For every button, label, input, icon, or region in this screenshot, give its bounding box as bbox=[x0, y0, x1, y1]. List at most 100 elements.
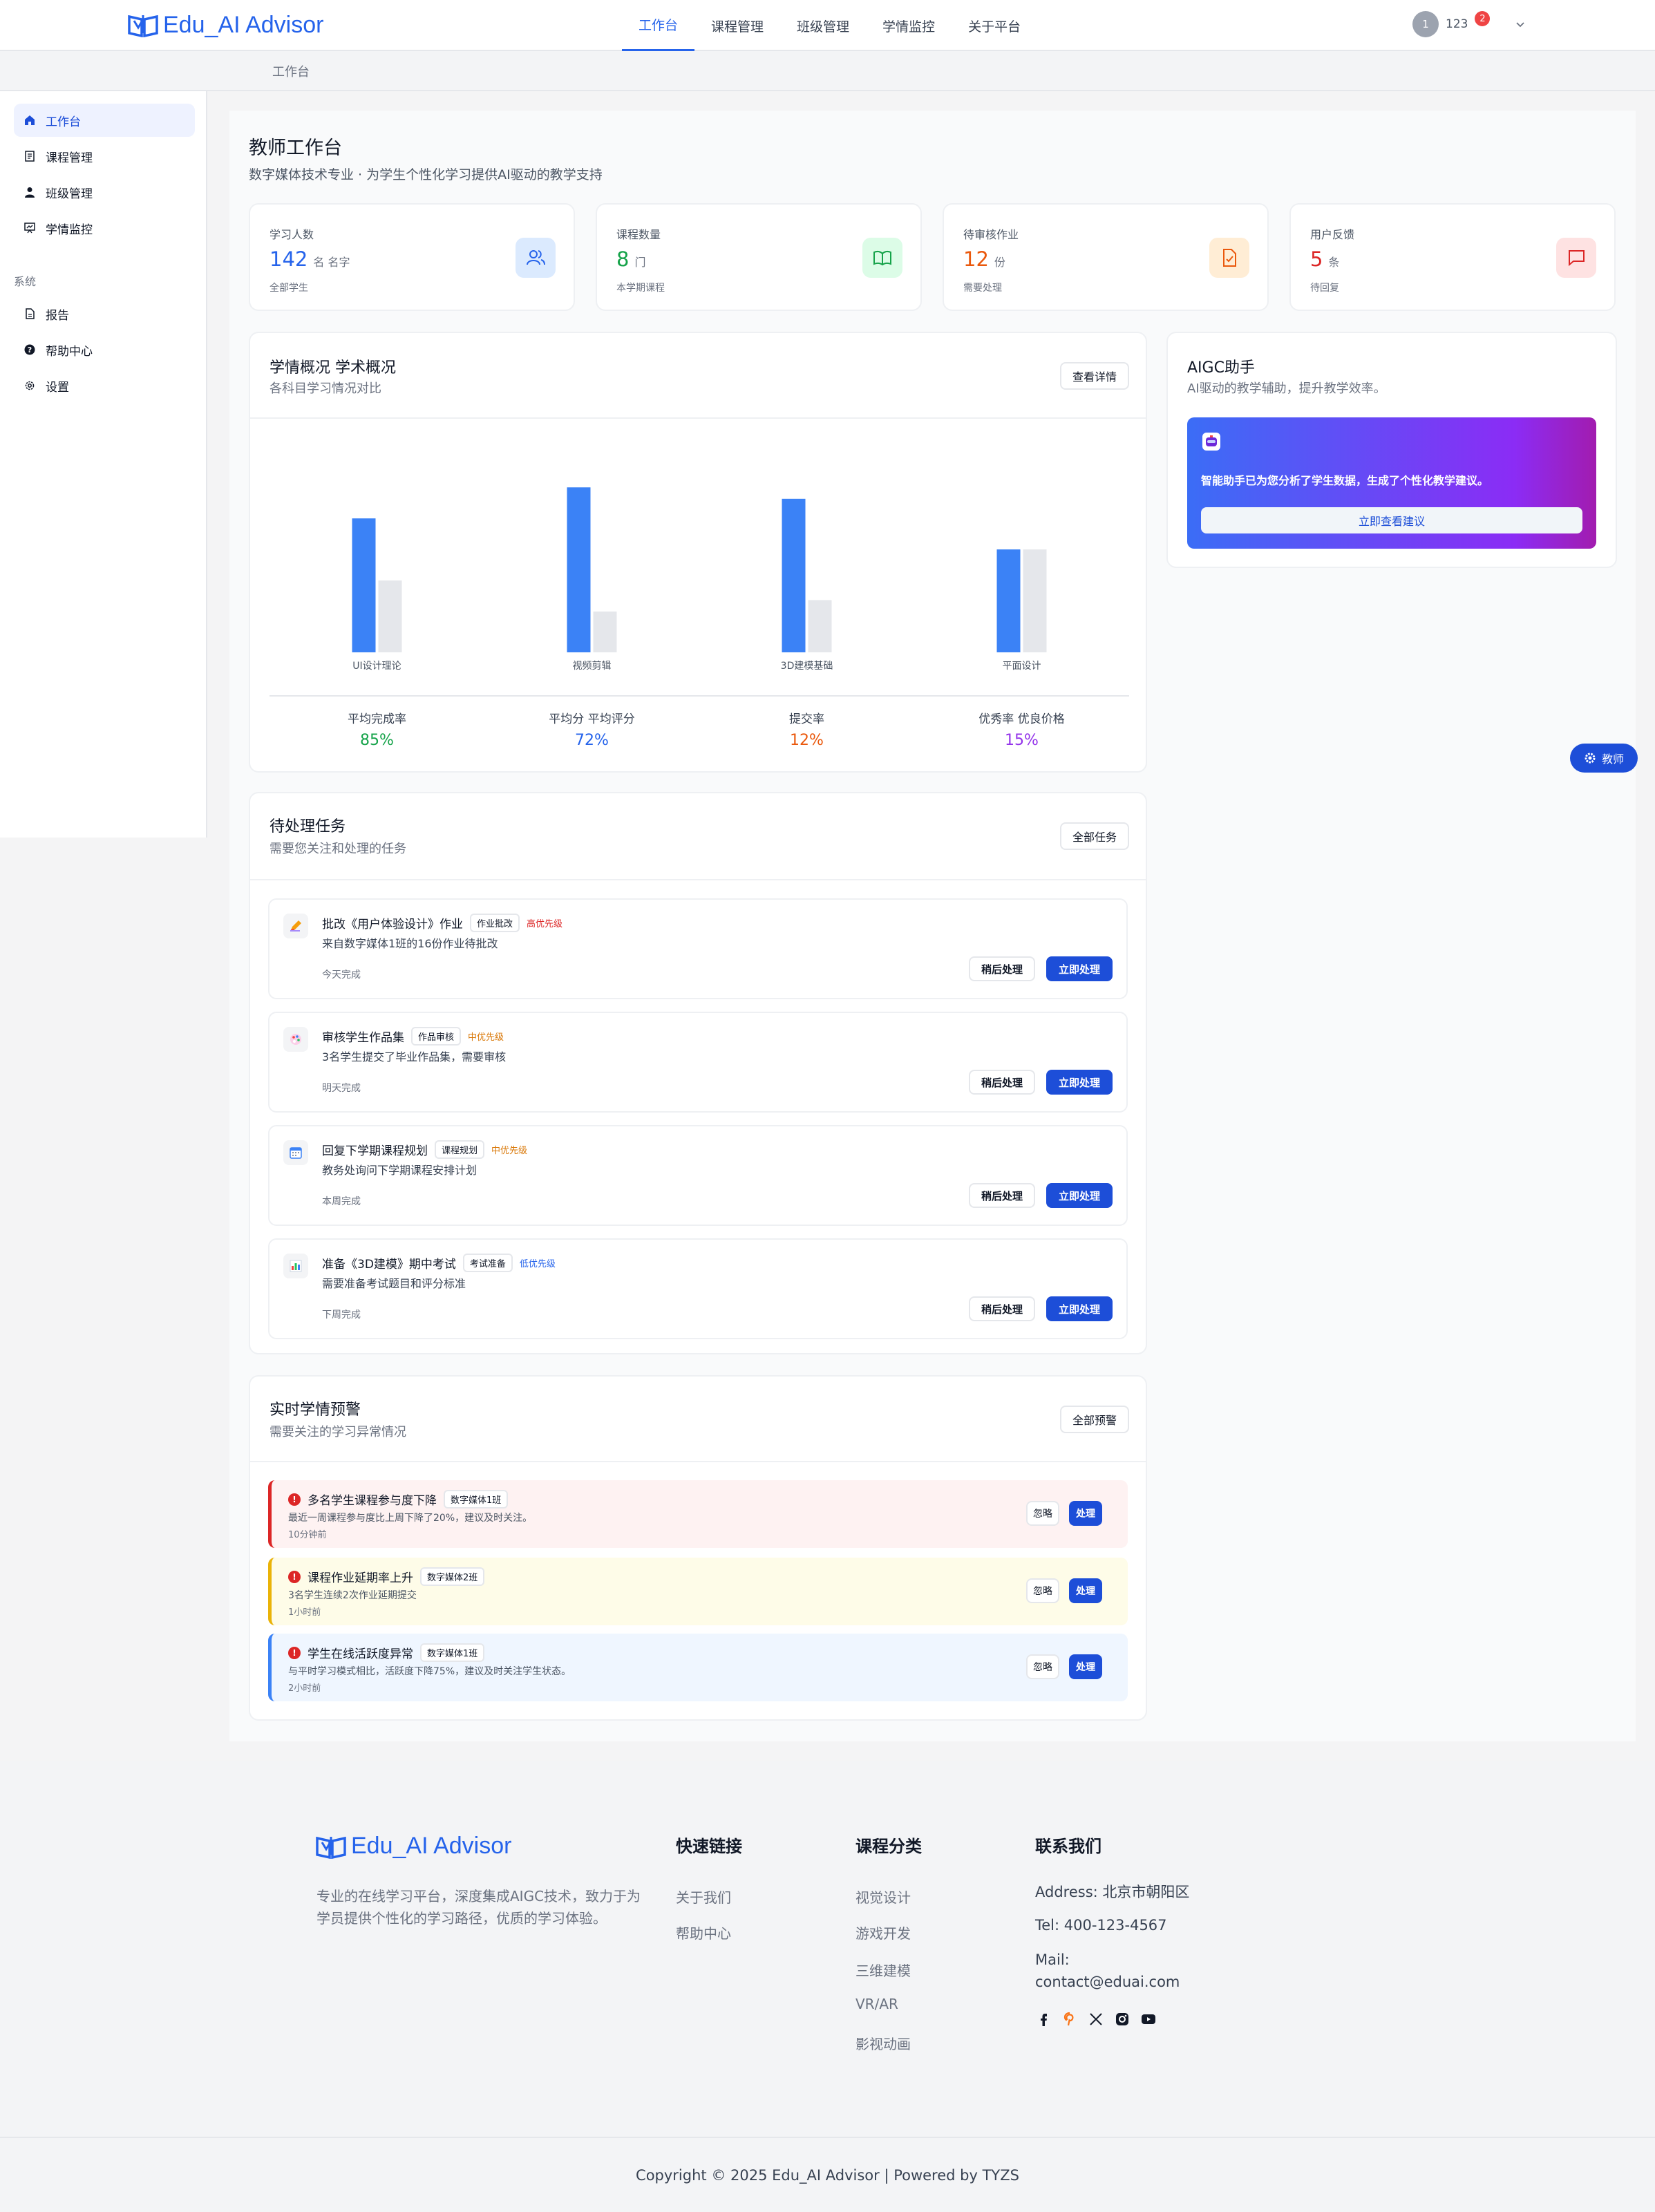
task-priority: 高优先级 bbox=[527, 919, 563, 929]
aigc-subtitle: AI驱动的教学辅助，提升教学效率。 bbox=[1187, 381, 1386, 396]
x-twitter-icon[interactable] bbox=[1088, 2011, 1104, 2027]
ignore-button[interactable]: 忽略 bbox=[1026, 1578, 1059, 1603]
footer-category-film[interactable]: 影视动画 bbox=[855, 2033, 911, 2053]
task-item: 准备《3D建模》期中考试 考试准备 低优先级 需要准备考试题目和评分标准 下周完成 … bbox=[268, 1238, 1128, 1339]
view-details-button[interactable]: 查看详情 bbox=[1060, 362, 1129, 390]
task-tag: 作业批改 bbox=[470, 914, 520, 932]
alert-item: ! 多名学生课程参与度下降 数字媒体1班 最近一周课程参与度比上周下降了20%，建议… bbox=[268, 1480, 1128, 1548]
pinterest-icon[interactable] bbox=[1061, 2011, 1078, 2027]
palette-icon bbox=[283, 1027, 308, 1052]
later-button[interactable]: 稍后处理 bbox=[969, 1296, 1035, 1321]
sidebar-item-monitor[interactable]: 学情监控 bbox=[14, 211, 195, 245]
task-due: 下周完成 bbox=[322, 1310, 361, 1321]
task-tag: 课程规划 bbox=[435, 1140, 485, 1159]
instagram-icon[interactable] bbox=[1114, 2011, 1131, 2027]
message-icon bbox=[1556, 238, 1596, 278]
aigc-suggestion-panel: 智能助手已为您分析了学生数据，生成了个性化教学建议。 立即查看建议 bbox=[1187, 417, 1596, 549]
logo[interactable]: Edu_AI Advisor bbox=[127, 11, 323, 39]
sidebar-item-label: 班级管理 bbox=[46, 187, 93, 201]
learning-overview-card: 学情概况 学术概况 各科目学习情况对比 查看详情 UI设计理论 视频剪辑 3D建模基… bbox=[249, 332, 1147, 773]
metric-label: 平均完成率 bbox=[348, 712, 406, 726]
footer-contact-title: 联系我们 bbox=[1035, 1837, 1101, 1856]
nav-dashboard[interactable]: 工作台 bbox=[622, 0, 695, 51]
sidebar-item-courses[interactable]: 课程管理 bbox=[14, 140, 195, 173]
alert-description: 3名学生连续2次作业延期提交 bbox=[288, 1590, 417, 1601]
footer-category-vrar[interactable]: VR/AR bbox=[855, 1996, 898, 2012]
footer-tel: Tel: 400-123-4567 bbox=[1035, 1917, 1167, 1934]
footer-quick-links-title: 快速链接 bbox=[676, 1837, 742, 1856]
footer-mail[interactable]: contact@eduai.com bbox=[1035, 1974, 1180, 1990]
footer-link-help[interactable]: 帮助中心 bbox=[676, 1922, 731, 1942]
all-alerts-button[interactable]: 全部预警 bbox=[1060, 1406, 1129, 1433]
handle-button[interactable]: 处理 bbox=[1069, 1578, 1102, 1603]
sidebar-item-reports[interactable]: 报告 bbox=[14, 297, 195, 330]
handle-button[interactable]: 处理 bbox=[1069, 1654, 1102, 1679]
copyright: Copyright © 2025 Edu_AI Advisor | Powere… bbox=[0, 2137, 1655, 2212]
facebook-icon[interactable] bbox=[1035, 2011, 1052, 2027]
footer-category-3d[interactable]: 三维建模 bbox=[855, 1960, 911, 1980]
sidebar-item-help[interactable]: ? 帮助中心 bbox=[14, 333, 195, 366]
sidebar-item-classes[interactable]: 班级管理 bbox=[14, 176, 195, 209]
view-suggestions-button[interactable]: 立即查看建议 bbox=[1201, 507, 1582, 533]
ignore-button[interactable]: 忽略 bbox=[1026, 1654, 1059, 1679]
task-due: 本周完成 bbox=[322, 1196, 361, 1207]
later-button[interactable]: 稍后处理 bbox=[969, 956, 1035, 981]
alert-time: 1小时前 bbox=[288, 1607, 321, 1618]
ignore-button[interactable]: 忽略 bbox=[1026, 1501, 1059, 1526]
task-title: 批改《用户体验设计》作业 bbox=[322, 918, 463, 932]
alerts-title: 实时学情预警 bbox=[269, 1401, 361, 1419]
task-title: 准备《3D建模》期中考试 bbox=[322, 1258, 456, 1272]
page-title: 教师工作台 bbox=[249, 138, 342, 159]
nav-learning-monitor[interactable]: 学情监控 bbox=[866, 0, 952, 51]
chart-bar-primary bbox=[352, 518, 376, 652]
handle-now-button[interactable]: 立即处理 bbox=[1046, 1183, 1113, 1208]
footer-category-game[interactable]: 游戏开发 bbox=[855, 1922, 911, 1942]
breadcrumb[interactable]: 工作台 bbox=[272, 62, 310, 80]
report-icon bbox=[26, 308, 35, 319]
overview-title: 学情概况 学术概况 bbox=[269, 359, 396, 377]
notification-badge[interactable]: 2 bbox=[1475, 11, 1491, 26]
user-icon bbox=[25, 187, 35, 198]
youtube-icon[interactable] bbox=[1140, 2011, 1157, 2027]
nav-course-management[interactable]: 课程管理 bbox=[694, 0, 780, 51]
stat-card-courses: 课程数量 8 门 本学期课程 bbox=[596, 203, 922, 311]
footer-category-visual[interactable]: 视觉设计 bbox=[855, 1887, 911, 1907]
handle-now-button[interactable]: 立即处理 bbox=[1046, 1296, 1113, 1321]
handle-now-button[interactable]: 立即处理 bbox=[1046, 956, 1113, 981]
alert-tag: 数字媒体1班 bbox=[444, 1490, 509, 1509]
stat-label: 学习人数 bbox=[269, 228, 314, 241]
alert-item: ! 学生在线活跃度异常 数字媒体1班 与平时学习模式相比，活跃度下降75%，建议及时… bbox=[268, 1634, 1128, 1701]
chart-category-label: 视频剪辑 bbox=[573, 661, 612, 672]
role-chip[interactable]: 教师 bbox=[1570, 744, 1638, 773]
user-menu[interactable]: 1 123 2 bbox=[1412, 11, 1526, 37]
nav-about-platform[interactable]: 关于平台 bbox=[952, 0, 1037, 51]
later-button[interactable]: 稍后处理 bbox=[969, 1070, 1035, 1095]
aigc-assistant-card: AIGC助手 AI驱动的教学辅助，提升教学效率。 智能助手已为您分析了学生数据，… bbox=[1166, 332, 1617, 568]
task-item: 批改《用户体验设计》作业 作业批改 高优先级 来自数字媒体1班的16份作业待批改 今… bbox=[268, 898, 1128, 999]
footer-link-about[interactable]: 关于我们 bbox=[676, 1887, 731, 1907]
sidebar-item-dashboard[interactable]: 工作台 bbox=[14, 104, 195, 137]
task-item: 回复下学期课程规划 课程规划 中优先级 教务处询问下学期课程安排计划 本周完成 稍后… bbox=[268, 1125, 1128, 1226]
robot-icon bbox=[1202, 433, 1220, 451]
metric-value: 12% bbox=[790, 732, 824, 749]
alert-title: 学生在线活跃度异常 bbox=[308, 1647, 413, 1661]
nav-class-management[interactable]: 班级管理 bbox=[780, 0, 866, 51]
file-check-icon bbox=[1209, 238, 1249, 278]
task-description: 教务处询问下学期课程安排计划 bbox=[322, 1164, 477, 1177]
stat-label: 待审核作业 bbox=[963, 228, 1019, 241]
chevron-down-icon[interactable] bbox=[1515, 19, 1526, 30]
task-title: 审核学生作品集 bbox=[322, 1031, 404, 1045]
footer-logo[interactable]: Edu_AI Advisor bbox=[315, 1833, 511, 1860]
later-button[interactable]: 稍后处理 bbox=[969, 1183, 1035, 1208]
sidebar-item-settings[interactable]: 设置 bbox=[14, 369, 195, 402]
stat-unit: 份 bbox=[994, 256, 1005, 269]
chart-bar-secondary bbox=[593, 611, 617, 652]
stat-unit: 条 bbox=[1328, 256, 1340, 269]
aigc-title: AIGC助手 bbox=[1187, 359, 1255, 377]
handle-button[interactable]: 处理 bbox=[1069, 1501, 1102, 1526]
all-tasks-button[interactable]: 全部任务 bbox=[1060, 822, 1129, 850]
chart-bar-secondary bbox=[808, 600, 832, 652]
handle-now-button[interactable]: 立即处理 bbox=[1046, 1070, 1113, 1095]
avatar[interactable]: 1 bbox=[1412, 11, 1439, 37]
tasks-title: 待处理任务 bbox=[269, 818, 346, 835]
